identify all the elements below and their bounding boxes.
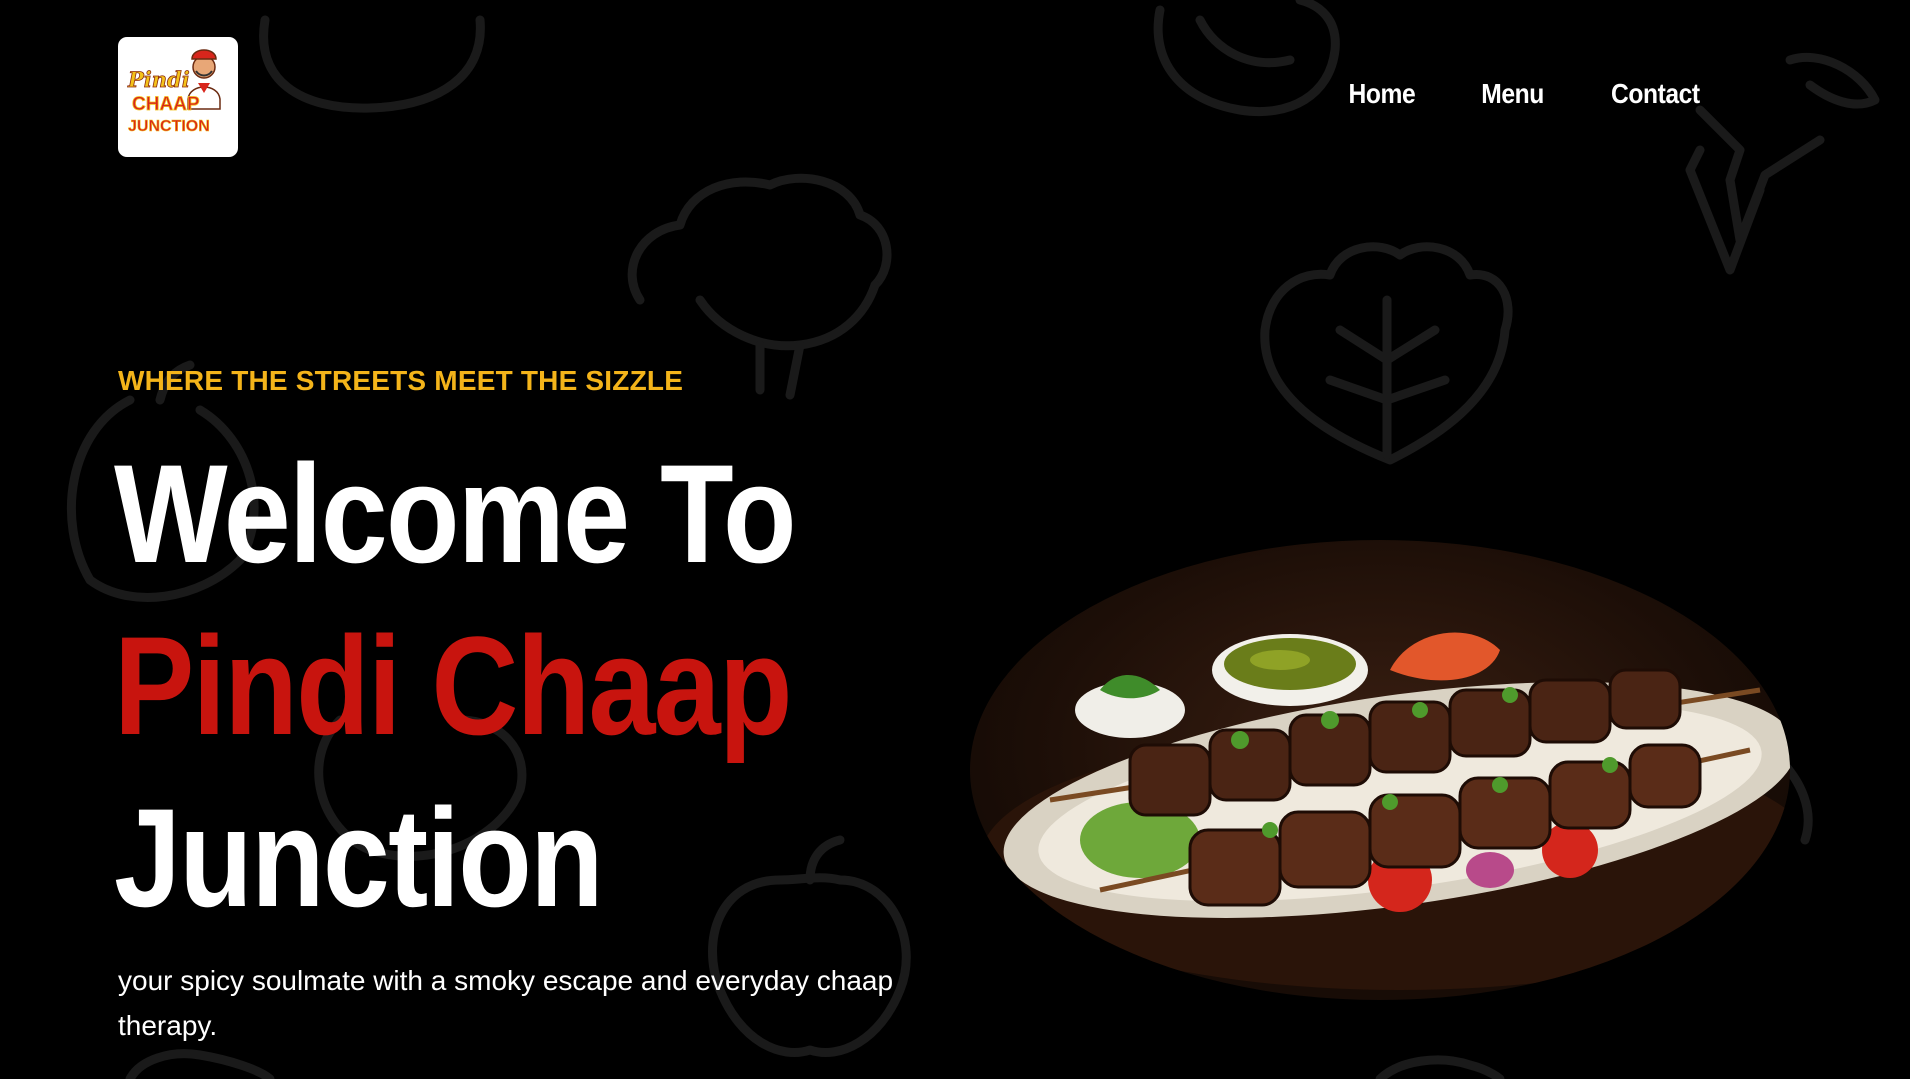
nav-menu-link[interactable]: Menu xyxy=(1481,78,1544,110)
hero-headline: Welcome To Pindi Chaap Junction xyxy=(114,428,906,944)
headline-line-brand: Pindi Chaap xyxy=(114,607,793,764)
kebab-platter-image xyxy=(970,540,1790,1000)
hero-description: your spicy soulmate with a smoky escape … xyxy=(118,965,894,1041)
headline-line-junction: Junction xyxy=(114,779,604,936)
svg-text:JUNCTION: JUNCTION xyxy=(128,118,210,135)
svg-text:CHAAP: CHAAP xyxy=(132,94,200,115)
logo-chef-icon: Pindi CHAAP JUNCTION xyxy=(127,49,221,135)
svg-text:Pindi: Pindi xyxy=(127,67,190,92)
brand-logo[interactable]: Pindi CHAAP JUNCTION xyxy=(118,37,238,157)
nav-contact-link[interactable]: Contact xyxy=(1611,78,1700,110)
headline-line-welcome: Welcome To xyxy=(114,435,797,592)
nav-home-link[interactable]: Home xyxy=(1349,78,1416,110)
hero-tagline: WHERE THE STREETS MEET THE SIZZLE xyxy=(118,365,684,396)
main-nav: Home Menu Contact xyxy=(1344,78,1706,110)
